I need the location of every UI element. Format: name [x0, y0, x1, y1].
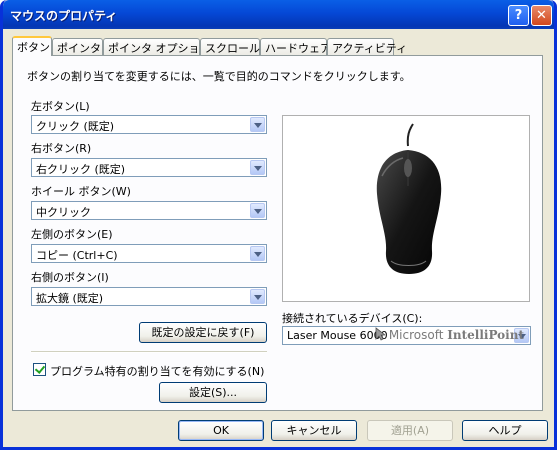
connected-device-label: 接続されているデバイス(C): — [282, 312, 423, 325]
tab-pointer-options[interactable]: ポインタ オプション — [103, 38, 211, 55]
right-side-button-value: 拡大鏡 (既定) — [36, 292, 104, 305]
apply-button[interactable]: 適用(A) — [367, 420, 453, 441]
left-side-button-value: コピー (Ctrl+C) — [36, 249, 118, 262]
left-side-button-label: 左側のボタン(E) — [31, 228, 113, 241]
dropdown-arrow-icon[interactable] — [250, 117, 265, 132]
window-title: マウスのプロパティ — [10, 9, 118, 23]
ok-button[interactable]: OK — [178, 420, 264, 441]
divider — [31, 351, 267, 353]
wheel-button-select[interactable]: 中クリック — [31, 201, 267, 220]
mouse-preview-image — [282, 115, 530, 302]
mouse-properties-window: マウスのプロパティ ? ✕ ボタン ポインタ ポインタ オプション スクロール … — [0, 0, 557, 450]
help-button[interactable]: ? — [508, 5, 529, 26]
left-side-button-select[interactable]: コピー (Ctrl+C) — [31, 244, 267, 263]
device-value: Laser Mouse 6000 — [287, 329, 388, 342]
close-button[interactable]: ✕ — [531, 5, 552, 26]
logo-text: Microsoft — [388, 328, 444, 342]
cancel-button[interactable]: キャンセル — [271, 420, 357, 441]
right-button-value: 右クリック (既定) — [36, 163, 126, 176]
left-button-select[interactable]: クリック (既定) — [31, 115, 267, 134]
pointer-icon — [375, 327, 387, 341]
right-side-button-label: 右側のボタン(I) — [31, 271, 109, 284]
tab-activity[interactable]: アクティビティ — [327, 38, 407, 55]
program-specific-checkbox[interactable] — [33, 363, 46, 376]
restore-defaults-button[interactable]: 既定の設定に戻す(F) — [139, 322, 267, 343]
dropdown-arrow-icon[interactable] — [250, 289, 265, 304]
right-side-button-select[interactable]: 拡大鏡 (既定) — [31, 287, 267, 306]
wheel-button-value: 中クリック — [36, 206, 91, 219]
dropdown-arrow-icon[interactable] — [250, 246, 265, 261]
tab-pointer[interactable]: ポインタ — [52, 38, 103, 55]
program-specific-label[interactable]: プログラム特有の割り当てを有効にする(N) — [50, 363, 264, 379]
tab-buttons[interactable]: ボタン — [12, 36, 52, 56]
settings-button[interactable]: 設定(S)... — [159, 382, 267, 403]
buttons-tab-panel: ボタンの割り当てを変更するには、一覧で目的のコマンドをクリックします。 左ボタン… — [12, 55, 543, 411]
right-button-select[interactable]: 右クリック (既定) — [31, 158, 267, 177]
right-button-label: 右ボタン(R) — [31, 142, 92, 155]
left-button-label: 左ボタン(L) — [31, 100, 90, 113]
dropdown-arrow-icon[interactable] — [250, 160, 265, 175]
dropdown-arrow-icon[interactable] — [250, 203, 265, 218]
mouse-icon — [376, 123, 442, 274]
left-button-value: クリック (既定) — [36, 120, 115, 133]
instruction-text: ボタンの割り当てを変更するには、一覧で目的のコマンドをクリックします。 — [27, 70, 411, 83]
help-footer-button[interactable]: ヘルプ — [462, 420, 548, 441]
intellipoint-logo: Microsoft IntelliPoint — [375, 327, 524, 342]
wheel-button-label: ホイール ボタン(W) — [31, 185, 131, 198]
tab-hardware[interactable]: ハードウェア — [260, 38, 331, 55]
tab-scroll[interactable]: スクロール — [200, 38, 260, 55]
logo-bold-text: IntelliPoint — [447, 328, 524, 342]
title-bar[interactable]: マウスのプロパティ ? ✕ — [3, 0, 554, 29]
